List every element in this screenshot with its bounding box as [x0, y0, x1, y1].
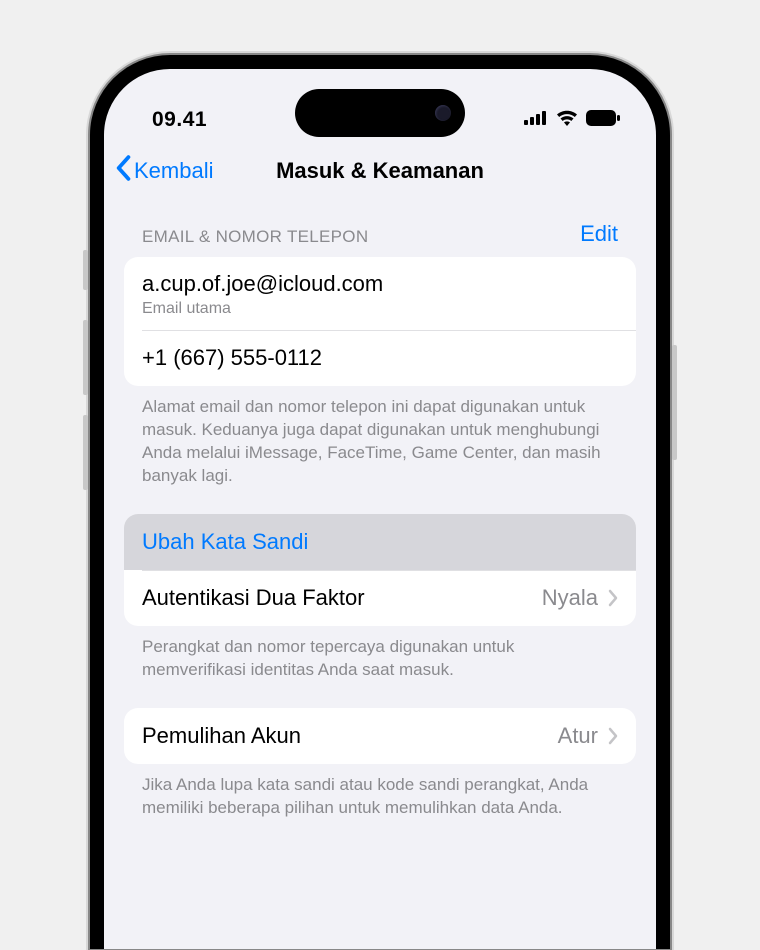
change-password-row[interactable]: Ubah Kata Sandi — [124, 514, 636, 570]
account-recovery-label: Pemulihan Akun — [142, 723, 301, 749]
nav-bar: Kembali Masuk & Keamanan — [104, 149, 656, 201]
change-password-label: Ubah Kata Sandi — [142, 529, 308, 555]
account-recovery-row[interactable]: Pemulihan Akun Atur — [124, 708, 636, 764]
account-recovery-value-group: Atur — [558, 723, 618, 749]
camera-icon — [435, 105, 451, 121]
contacts-card: a.cup.of.joe@icloud.com Email utama +1 (… — [124, 257, 636, 386]
account-recovery-value: Atur — [558, 723, 598, 749]
dynamic-island — [295, 89, 465, 137]
page-title: Masuk & Keamanan — [276, 158, 484, 184]
two-factor-value: Nyala — [542, 585, 598, 611]
recovery-card: Pemulihan Akun Atur — [124, 708, 636, 764]
wifi-icon — [556, 110, 578, 131]
back-label: Kembali — [134, 158, 213, 184]
contacts-section-header: EMAIL & NOMOR TELEPON Edit — [124, 211, 636, 257]
back-button[interactable]: Kembali — [114, 155, 213, 187]
recovery-footer: Jika Anda lupa kata sandi atau kode sand… — [124, 764, 636, 846]
security-footer: Perangkat dan nomor tepercaya digunakan … — [124, 626, 636, 708]
contacts-footer: Alamat email dan nomor telepon ini dapat… — [124, 386, 636, 514]
phone-row[interactable]: +1 (667) 555-0112 — [124, 330, 636, 386]
email-row[interactable]: a.cup.of.joe@icloud.com Email utama — [124, 257, 636, 330]
battery-icon — [586, 110, 620, 131]
volume-down-button — [83, 415, 88, 490]
status-icons — [524, 110, 620, 131]
cellular-icon — [524, 111, 548, 130]
email-subtitle: Email utama — [142, 300, 231, 318]
chevron-left-icon — [114, 155, 132, 187]
phone-screen: 09.41 Ke — [104, 69, 656, 949]
status-time: 09.41 — [152, 108, 207, 132]
chevron-right-icon — [608, 727, 618, 745]
two-factor-label: Autentikasi Dua Faktor — [142, 585, 365, 611]
phone-value: +1 (667) 555-0112 — [142, 345, 322, 371]
security-card: Ubah Kata Sandi Autentikasi Dua Faktor N… — [124, 514, 636, 626]
contacts-header-label: EMAIL & NOMOR TELEPON — [142, 227, 368, 247]
two-factor-row[interactable]: Autentikasi Dua Faktor Nyala — [124, 570, 636, 626]
two-factor-value-group: Nyala — [542, 585, 618, 611]
edit-button[interactable]: Edit — [580, 221, 618, 247]
email-value: a.cup.of.joe@icloud.com — [142, 271, 383, 297]
phone-frame: 09.41 Ke — [90, 55, 670, 949]
volume-up-button — [83, 320, 88, 395]
side-button — [83, 250, 88, 290]
canvas: 09.41 Ke — [0, 0, 760, 950]
content-area: EMAIL & NOMOR TELEPON Edit a.cup.of.joe@… — [104, 201, 656, 846]
chevron-right-icon — [608, 589, 618, 607]
power-button — [672, 345, 677, 460]
